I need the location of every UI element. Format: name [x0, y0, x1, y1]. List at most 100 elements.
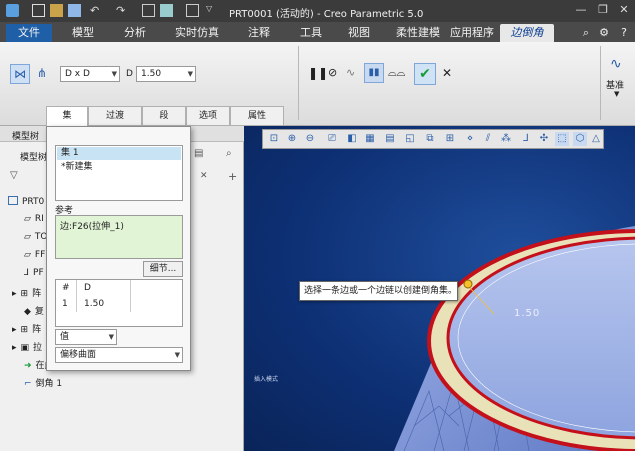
new-file-icon[interactable] [32, 4, 45, 17]
selection-icon[interactable]: ⬚ [555, 132, 569, 146]
pause-icon[interactable]: ❚❚ [308, 66, 328, 80]
tree-item-top-plane[interactable]: ▱ TO [24, 232, 48, 242]
undo-icon[interactable]: ↶ [90, 4, 103, 17]
warning-icon[interactable]: △ [589, 132, 603, 146]
view-manager-icon[interactable]: ▤ [383, 132, 397, 146]
display-style-icon[interactable]: ◧ [345, 132, 359, 146]
annotation-display-icon[interactable]: ⊞ [443, 132, 457, 146]
windows-icon[interactable] [160, 4, 173, 17]
spin-center-icon[interactable]: ✣ [537, 132, 551, 146]
preview-geometry-icon[interactable]: ∿ [346, 66, 355, 79]
table-divider [76, 280, 77, 312]
tree-item-front-plane[interactable]: ▱ FF [24, 250, 45, 260]
info-icon[interactable]: ? [616, 24, 632, 42]
maximize-icon[interactable]: ❐ [592, 2, 614, 18]
save-icon[interactable] [68, 4, 81, 17]
selection-filter-icon[interactable]: ⬡ [573, 132, 587, 146]
expand-arrow-icon[interactable]: ▸ [12, 343, 17, 353]
tree-item-chamfer[interactable]: ⌐ 倒角 1 [24, 376, 62, 389]
profile-select[interactable]: D x D ▼ [60, 66, 120, 82]
zoom-in-icon[interactable]: ⊕ [285, 132, 299, 146]
tab-flexible[interactable]: 柔性建模 [390, 24, 446, 42]
detail-button[interactable]: 细节... [143, 261, 183, 277]
tree-item-extrude[interactable]: ▸ ▣ 拉 [12, 340, 42, 353]
tab-view[interactable]: 视图 [336, 24, 382, 42]
datum-chevron-icon[interactable]: ▼ [614, 90, 619, 98]
tab-properties[interactable]: 属性 [230, 106, 284, 126]
plane-display-icon[interactable]: ⋄ [463, 132, 477, 146]
filter-icon[interactable]: ▽ [10, 170, 18, 181]
tab-model[interactable]: 模型 [60, 24, 106, 42]
expand-arrow-icon[interactable]: ▸ [12, 325, 17, 335]
tab-edge-round[interactable]: 边倒角 [500, 24, 554, 42]
table-divider [130, 280, 131, 312]
chamfer-edge-icon[interactable]: ⋈ [10, 64, 30, 84]
view-toolbar: ⊡ ⊕ ⊖ ⎚ ◧ ▦ ▤ ◱ ⧉ ⊞ ⋄ ⫽ ⁂ ⅃ ✣ ⬚ ⬡ △ [262, 129, 604, 149]
repaint-icon[interactable]: ⎚ [325, 132, 339, 146]
tree-item-label: 阵 [32, 325, 42, 335]
tree-search-icon[interactable]: ⌕ [226, 148, 232, 159]
table-row-d-value[interactable]: 1.50 [84, 299, 104, 309]
d-value: 1.50 [141, 69, 162, 79]
ok-check-icon[interactable]: ✔ [414, 63, 436, 85]
refit-icon[interactable]: ⊡ [267, 132, 281, 146]
cancel-x-icon[interactable]: ✕ [442, 66, 452, 80]
no-preview-icon[interactable]: ⊘ [328, 66, 337, 79]
redo-icon[interactable]: ↷ [116, 4, 129, 17]
chamfer-transition-icon[interactable]: ⋔ [32, 64, 52, 84]
tree-item-copy[interactable]: ◆ 复 [24, 304, 44, 317]
tree-item-part[interactable]: PRT0 [8, 196, 44, 207]
tree-add-icon[interactable]: + [228, 170, 237, 183]
close-window-icon[interactable] [186, 4, 199, 17]
offset-surface-select[interactable]: 偏移曲面 ▼ [55, 347, 183, 363]
set-item-1[interactable]: 集 1 [57, 147, 181, 160]
settings-icon[interactable]: ⚙ [596, 24, 612, 42]
table-header-index: # [62, 283, 70, 293]
close-icon[interactable]: ✕ [613, 2, 635, 18]
selection-tooltip: 选择一条边或一个边链以创建倒角集。 [299, 281, 458, 301]
saved-orientation-icon[interactable]: ▦ [363, 132, 377, 146]
tab-tools[interactable]: 工具 [288, 24, 334, 42]
tab-annotate[interactable]: 注释 [236, 24, 282, 42]
point-display-icon[interactable]: ⁂ [499, 132, 513, 146]
tree-item-pattern-1[interactable]: ▸ ⊞ 阵 [12, 286, 41, 299]
tab-live-sim[interactable]: 实时仿真 [166, 24, 228, 42]
datum-display-icon[interactable]: ⧉ [423, 132, 437, 146]
regenerate-icon[interactable] [142, 4, 155, 17]
tree-item-csys[interactable]: ⅃ PF [24, 268, 44, 278]
datum-icon[interactable]: ∿ [610, 56, 622, 72]
tab-sets[interactable]: 集 [46, 106, 88, 126]
perspective-icon[interactable]: ◱ [403, 132, 417, 146]
reference-collector[interactable]: 边:F26(拉伸_1) [55, 215, 183, 259]
zoom-out-icon[interactable]: ⊖ [303, 132, 317, 146]
tree-clear-icon[interactable]: ✕ [200, 171, 208, 181]
expand-arrow-icon[interactable]: ▸ [12, 289, 17, 299]
value-select[interactable]: 值 ▼ [55, 329, 117, 345]
tab-options[interactable]: 选项 [186, 106, 230, 126]
d-value-field[interactable]: 1.50 ▼ [136, 66, 196, 82]
sets-list[interactable]: 集 1 *新建集 [55, 145, 183, 201]
tree-item-pattern-2[interactable]: ▸ ⊞ 阵 [12, 322, 41, 335]
axis-display-icon[interactable]: ⫽ [481, 132, 495, 146]
app-logo-icon [6, 4, 19, 17]
plane-icon: ▱ [24, 214, 31, 224]
tab-analysis[interactable]: 分析 [112, 24, 158, 42]
tab-segments[interactable]: 段 [142, 106, 186, 126]
csys-display-icon[interactable]: ⅃ [519, 132, 533, 146]
set-item-new[interactable]: *新建集 [57, 161, 181, 174]
tab-applications[interactable]: 应用程序 [446, 24, 498, 42]
help-icon[interactable]: ⌕ [578, 24, 594, 42]
tab-file[interactable]: 文件 [6, 24, 52, 42]
tree-item-right-plane[interactable]: ▱ RI [24, 214, 44, 224]
glasses-icon[interactable]: ⌓⌓ [388, 66, 405, 80]
tree-settings-icon[interactable]: ▤ [194, 148, 203, 159]
model-tree-tab[interactable]: 模型树 [20, 150, 47, 163]
minimize-icon[interactable]: — [570, 2, 592, 18]
extrude-icon: ▣ [20, 343, 30, 353]
menu-bar: 文件 模型 分析 实时仿真 注释 工具 视图 柔性建模 应用程序 边倒角 ⌕ ⚙… [0, 22, 635, 42]
verify-mode-icon[interactable]: ▮▮ [364, 63, 384, 83]
open-folder-icon[interactable] [50, 4, 63, 17]
tab-transitions[interactable]: 过渡 [88, 106, 142, 126]
dimension-label[interactable]: 1.50 [514, 308, 540, 319]
customize-icon[interactable]: ▽ [206, 4, 219, 17]
